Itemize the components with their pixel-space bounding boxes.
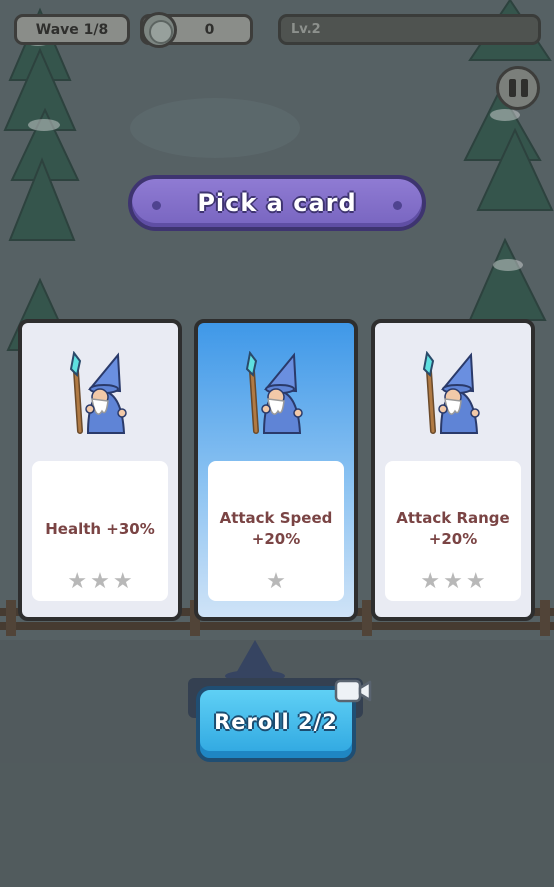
- reroll-label: Reroll 2/2: [214, 710, 338, 734]
- star-icon: ★: [90, 569, 110, 594]
- star-icon: ★: [112, 569, 133, 594]
- upgrade-card-attack-speed[interactable]: Attack Speed +20% ★: [194, 319, 358, 621]
- video-ad-icon: [334, 679, 372, 703]
- wave-label: Wave 1/8: [35, 21, 109, 38]
- card-portrait: [375, 323, 531, 463]
- card-stars: ★ ★ ★: [385, 571, 521, 593]
- card-info: Attack Range +20% ★ ★ ★: [385, 461, 521, 601]
- wizard-icon: [69, 351, 127, 434]
- star-icon: ★: [465, 569, 486, 594]
- card-label: Health +30%: [45, 519, 155, 538]
- star-icon: ★: [67, 569, 88, 594]
- card-info: Health +30% ★ ★ ★: [32, 461, 168, 601]
- star-icon: ★: [266, 569, 286, 594]
- upgrade-card-health[interactable]: Health +30% ★ ★ ★: [18, 319, 182, 621]
- card-portrait: [22, 323, 178, 463]
- pause-button[interactable]: [496, 66, 540, 110]
- level-bar: Lv.2: [278, 14, 541, 45]
- upgrade-card-attack-range[interactable]: Attack Range +20% ★ ★ ★: [371, 319, 535, 621]
- star-icon: ★: [420, 569, 441, 594]
- wizard-icon: [422, 351, 480, 434]
- reroll-button[interactable]: Reroll 2/2: [196, 686, 356, 762]
- coin-amount: 0: [204, 21, 215, 38]
- card-label: Attack Speed +20%: [219, 509, 333, 548]
- star-icon: ★: [443, 569, 463, 594]
- wizard-icon: [245, 351, 303, 434]
- card-label: Attack Range +20%: [396, 509, 510, 548]
- card-portrait: [198, 323, 354, 463]
- banner-rivet: [393, 201, 402, 210]
- wave-counter: Wave 1/8: [14, 14, 130, 45]
- level-label: Lv.2: [291, 22, 321, 37]
- card-stars: ★: [208, 571, 344, 593]
- pause-icon: [508, 79, 516, 97]
- pause-icon: [520, 79, 528, 97]
- banner-rivet: [152, 201, 161, 210]
- title-banner: Pick a card: [128, 175, 426, 231]
- card-stars: ★ ★ ★: [32, 571, 168, 593]
- coin-icon: [141, 12, 177, 48]
- page-title: Pick a card: [197, 189, 357, 217]
- card-info: Attack Speed +20% ★: [208, 461, 344, 601]
